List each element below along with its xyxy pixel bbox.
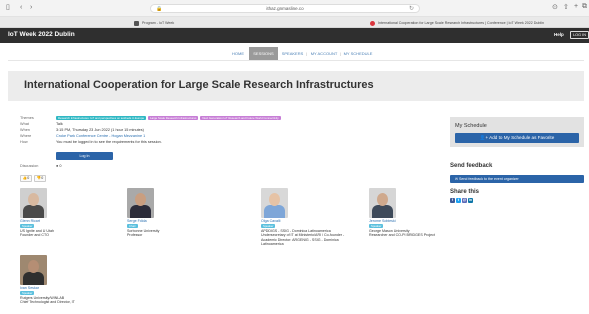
login-button[interactable]: Log In [56, 152, 113, 160]
address-bar[interactable]: 🔒 ithaz.gnmasline.co ↻ [150, 4, 420, 13]
add-to-schedule-label: Add to My Schedule as Favorite [489, 135, 555, 140]
comment-icon: ● [56, 164, 59, 168]
themes-label: Themes [20, 116, 34, 120]
tab-favicon [134, 20, 139, 26]
how-label: How [20, 140, 28, 144]
nav-my-account[interactable]: MY ACCOUNT [309, 47, 339, 60]
share-icon[interactable]: ⇧ [563, 3, 569, 11]
forward-icon[interactable]: › [30, 4, 32, 12]
user-plus-icon: 👤+ [479, 135, 489, 140]
sidebar-icon[interactable]: ▯ [6, 4, 10, 12]
main-nav: HOME SESSIONS SPEAKERS | MY ACCOUNT | MY… [0, 47, 589, 60]
nav-home[interactable]: HOME [229, 47, 247, 60]
what-label: What [20, 122, 29, 126]
speaker-name[interactable]: Glenn Ricart [20, 219, 40, 223]
where-link[interactable]: Croke Park Conference Centre - Hogan Mez… [56, 134, 145, 139]
speaker-photo[interactable] [20, 188, 47, 218]
send-feedback-heading: Send feedback [450, 163, 493, 169]
speaker-affiliation: George Mason University Researcher and C… [369, 229, 435, 238]
photo-head [377, 193, 388, 206]
dislike-button[interactable]: 👎0 [34, 175, 46, 182]
nav-separator: | [306, 51, 308, 56]
browser-tab-active[interactable]: International Cooperation for Large Scal… [370, 19, 585, 27]
speaker-role-badge: Speaker [261, 224, 276, 228]
photo-body [23, 205, 44, 218]
facebook-icon[interactable]: f [450, 198, 455, 203]
discussion-count[interactable]: ● 0 [56, 164, 61, 169]
photo-head [269, 193, 280, 206]
photo-body [23, 272, 44, 285]
nav-sessions[interactable]: SESSIONS [249, 47, 278, 60]
speaker-name[interactable]: Olga Cavalli [261, 219, 280, 223]
header-login-button[interactable]: LOG IN [570, 31, 589, 39]
site-title[interactable]: IoT Week 2022 Dublin [8, 31, 75, 38]
theme-tag[interactable]: Large Scale Research Infrastructures [148, 116, 199, 120]
site-header: IoT Week 2022 Dublin Help LOG IN [0, 28, 589, 43]
reload-icon[interactable]: ↻ [409, 5, 414, 12]
share-heading: Share this [450, 189, 480, 195]
photo-head [28, 260, 39, 273]
speaker-photo[interactable] [127, 188, 154, 218]
like-count: 0 [27, 176, 30, 180]
speaker-affiliation: Rutgers University/WINLAB Chief Technolo… [20, 296, 75, 305]
discussion-label: Discussion [20, 164, 39, 168]
speaker-photo[interactable] [261, 188, 288, 218]
speaker-role-badge: Speaker [369, 224, 384, 228]
tab-strip: Program - IoT Week International Coopera… [0, 17, 589, 28]
twitter-icon[interactable]: t [456, 198, 461, 203]
send-feedback-label: Send feedback to the event organizer [459, 177, 519, 181]
page-title: International Cooperation for Large Scal… [24, 79, 374, 91]
email-icon[interactable]: @ [462, 198, 467, 203]
dislike-count: 0 [41, 176, 44, 180]
nav-my-schedule[interactable]: MY SCHEDULE [343, 47, 373, 60]
theme-tag[interactable]: Research Infrastructures: IoT and perspe… [56, 116, 147, 120]
when-label: When [20, 128, 30, 132]
speaker-affiliation: APDDIGS - SSIG - Dominica Latinoamerica … [261, 229, 345, 246]
linkedin-icon[interactable]: in [468, 198, 473, 203]
like-button[interactable]: 👍0 [20, 175, 32, 182]
photo-head [28, 193, 39, 206]
speaker-affiliation: Sorbonne University Professor [127, 229, 160, 238]
tab-title: Program - IoT Week [142, 21, 175, 25]
plus-icon[interactable]: + [574, 3, 578, 10]
my-schedule-panel: My Schedule 👤+ Add to My Schedule as Fav… [450, 117, 584, 147]
browser-toolbar: ▯ ‹ › ◐ 🔒 ithaz.gnmasline.co ↻ ⊙ ⇧ + ⧉ [0, 0, 589, 17]
speaker-photo[interactable] [369, 188, 396, 218]
envelope-icon: ✉ [455, 177, 459, 181]
download-icon[interactable]: ⊙ [552, 3, 558, 11]
speaker-name[interactable]: Jerome Sobieski [369, 219, 396, 223]
url-text: ithaz.gnmasline.co [266, 6, 304, 11]
speaker-photo[interactable] [20, 255, 47, 285]
when-value: 3:15 PM, Thursday 23 Jun 2022 (1 hour 15… [56, 128, 144, 132]
speaker-affiliation: US Ignite and U Utah Founder and CTO [20, 229, 54, 238]
nav-separator: | [340, 51, 342, 56]
themes-list: Research Infrastructures: IoT and perspe… [56, 116, 283, 121]
add-to-schedule-button[interactable]: 👤+ Add to My Schedule as Favorite [455, 133, 579, 143]
what-value: Talk [56, 122, 63, 126]
tab-favicon [370, 20, 375, 26]
browser-tab[interactable]: Program - IoT Week [134, 19, 284, 27]
photo-head [135, 193, 146, 206]
how-value: You must be logged in to see the require… [56, 140, 162, 144]
tab-title: International Cooperation for Large Scal… [378, 21, 544, 25]
theme-tag[interactable]: Next Generation IoT Research and Future … [200, 116, 281, 120]
nav-speakers[interactable]: SPEAKERS [280, 47, 305, 60]
session-title-banner: International Cooperation for Large Scal… [8, 71, 584, 101]
speaker-name[interactable]: Ivan Seskar [20, 286, 39, 290]
back-icon[interactable]: ‹ [20, 4, 22, 12]
where-label: Where [20, 134, 32, 138]
speaker-name[interactable]: Serge Fdida [127, 219, 147, 223]
photo-body [372, 205, 393, 218]
divider [8, 60, 584, 61]
photo-body [130, 205, 151, 218]
comment-count: 0 [59, 164, 62, 168]
tabs-icon[interactable]: ⧉ [582, 3, 587, 11]
speaker-role-badge: Speaker [20, 291, 35, 295]
speaker-role-badge: Speaker [20, 224, 35, 228]
speaker-role-badge: Chair [127, 224, 138, 228]
photo-body [264, 205, 285, 218]
send-feedback-button[interactable]: ✉ Send feedback to the event organizer [450, 175, 584, 183]
my-schedule-title: My Schedule [455, 123, 487, 129]
help-link[interactable]: Help [554, 32, 564, 37]
